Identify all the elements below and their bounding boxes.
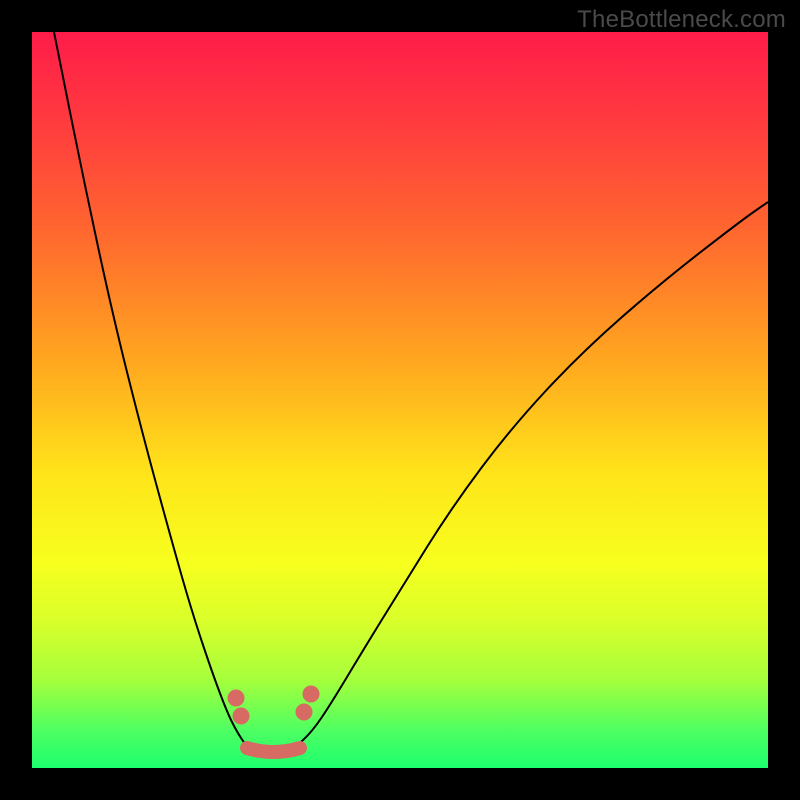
marker-left-lower	[233, 708, 249, 724]
plot-area	[32, 32, 768, 768]
curve-layer	[32, 32, 768, 768]
chart-frame: TheBottleneck.com	[0, 0, 800, 800]
marker-left-upper	[228, 690, 244, 706]
valley-highlight	[247, 748, 300, 752]
marker-right-upper	[303, 686, 319, 702]
bottleneck-curve	[54, 32, 768, 754]
markers	[228, 686, 319, 724]
marker-right-lower	[296, 704, 312, 720]
watermark-text: TheBottleneck.com	[577, 6, 786, 34]
